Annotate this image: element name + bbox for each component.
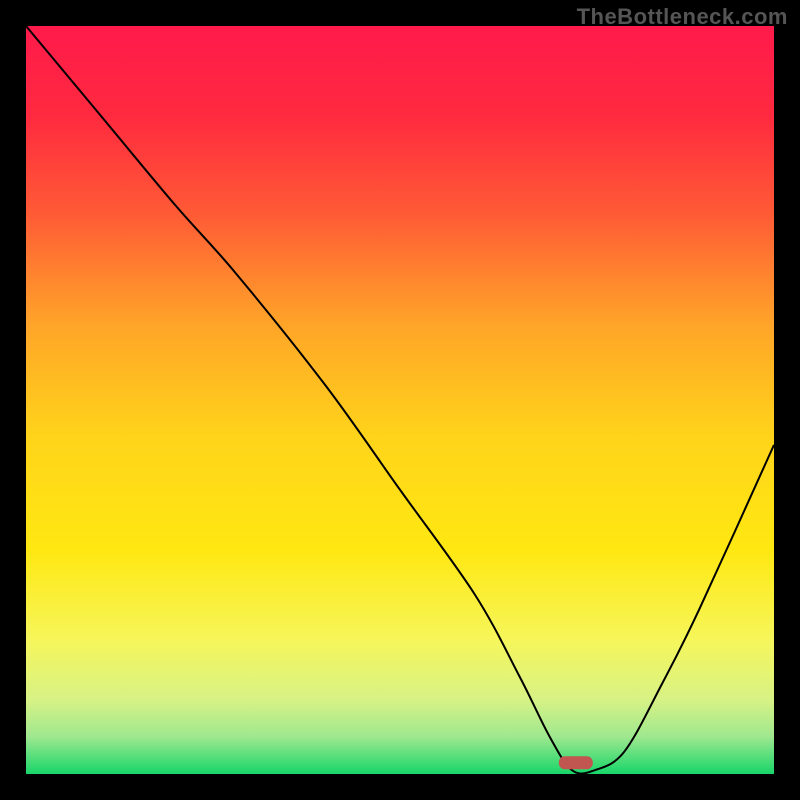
chart-frame: TheBottleneck.com [0, 0, 800, 800]
gradient-background [26, 26, 774, 774]
watermark-text: TheBottleneck.com [577, 4, 788, 30]
sweet-spot-marker [559, 756, 593, 769]
bottleneck-plot [26, 26, 774, 774]
plot-svg [26, 26, 774, 774]
